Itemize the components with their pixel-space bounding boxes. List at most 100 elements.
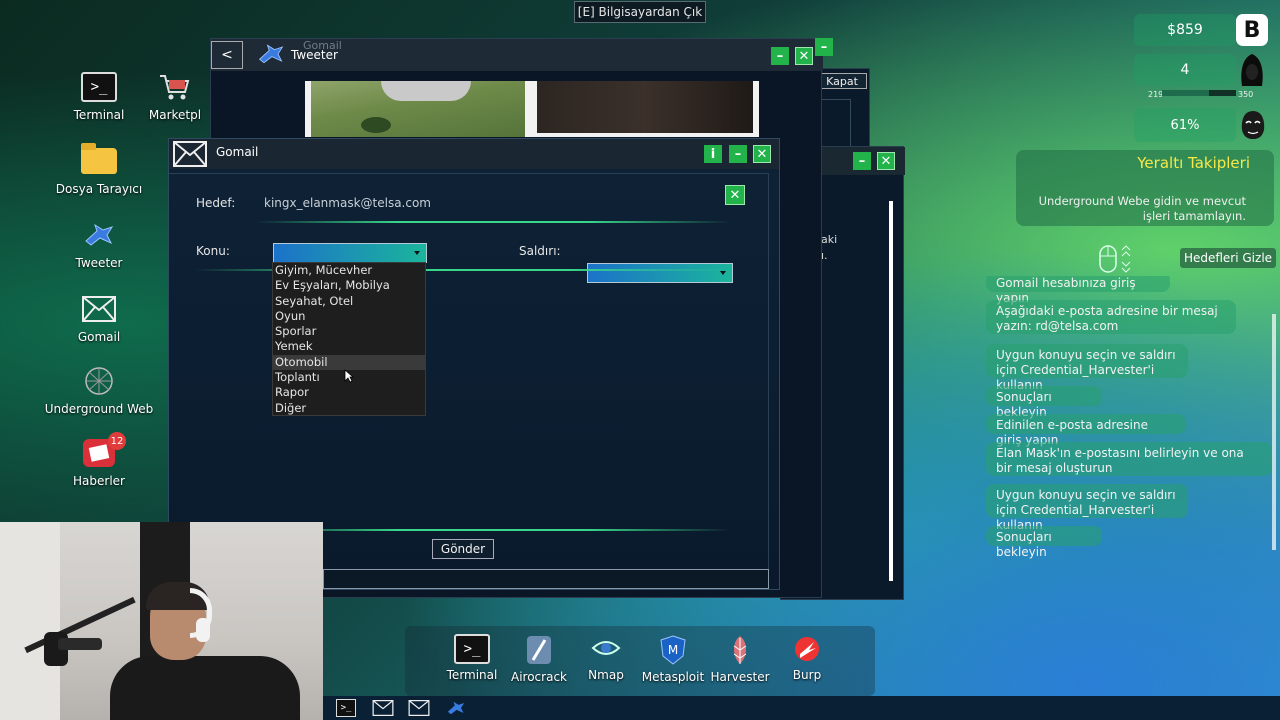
desktop-icon-label: Dosya Tarayıcı [55, 182, 143, 196]
status-bar [323, 569, 769, 589]
dock-item-nmap[interactable]: Nmap [571, 634, 641, 684]
svg-text:M: M [668, 643, 678, 657]
send-button[interactable]: Gönder [432, 539, 494, 559]
task-item: Sonuçları bekleyin [986, 386, 1102, 419]
news-icon: 12 [80, 432, 126, 470]
back-button[interactable]: < [211, 41, 243, 69]
person-torso [110, 656, 300, 720]
desktop-icon-label: Marketpl [148, 108, 202, 122]
mouse-cursor-icon [344, 368, 355, 387]
bird-icon [257, 41, 285, 71]
desktop-icon-tweeter[interactable]: Tweeter [44, 218, 154, 270]
dock-item-label: Nmap [588, 668, 624, 682]
exit-computer-button[interactable]: [E] Bilgisayardan Çık [574, 1, 706, 23]
taskbar-bird-icon[interactable] [446, 699, 466, 720]
window-title-behind: Gomail [303, 39, 342, 52]
subject-dropdown[interactable] [273, 243, 427, 263]
terminal-icon: >_ [80, 70, 118, 104]
close-icon[interactable]: ✕ [877, 152, 895, 170]
dock-item-metasploit[interactable]: M Metasploit [638, 634, 708, 684]
window-titlebar [169, 139, 779, 169]
option-item[interactable]: Rapor [273, 385, 425, 400]
webcam-wall [0, 522, 60, 720]
close-icon[interactable]: ✕ [795, 47, 813, 65]
minimize-icon-behind[interactable]: – [815, 38, 833, 56]
dock-item-label: Burp [792, 668, 822, 682]
task-item: Elan Mask'ın e-postasını belirleyin ve o… [986, 442, 1272, 476]
xp-progress-bar [1162, 90, 1236, 96]
target-email: kingx_elanmask@telsa.com [264, 196, 431, 210]
divider [255, 221, 731, 223]
chevron-down-icon [414, 251, 420, 255]
taskbar-envelope-icon[interactable] [372, 700, 394, 720]
dock-item-label: Terminal [446, 668, 498, 682]
taskbar-envelope-icon[interactable] [408, 700, 430, 720]
objectives-description: Underground Webe gidin ve mevcut işleri … [1038, 194, 1246, 223]
close-window-button[interactable]: Kapat [817, 73, 867, 89]
attack-dropdown[interactable] [587, 263, 733, 283]
option-item[interactable]: Sporlar [273, 324, 425, 339]
terminal-icon: >_ [454, 634, 490, 664]
desktop-icon-marketplace[interactable]: Marketpl [130, 70, 220, 122]
minimize-icon[interactable]: – [853, 152, 871, 170]
window-title: Gomail [216, 145, 259, 159]
dock-item-harvester[interactable]: Harvester [705, 634, 775, 684]
tweet-image[interactable] [531, 81, 759, 137]
scrollbar[interactable] [889, 201, 893, 581]
chevron-down-icon [720, 271, 726, 275]
option-item[interactable]: Oyun [273, 309, 425, 324]
option-item[interactable]: Ev Eşyaları, Mobilya [273, 278, 425, 293]
envelope-icon [80, 292, 118, 326]
folder-icon [80, 143, 118, 178]
target-label: Hedef: [196, 196, 236, 210]
headphone-earcup [196, 618, 210, 642]
taskbar-terminal-icon[interactable]: >_ [336, 699, 356, 717]
dock-item-burp[interactable]: Burp [772, 634, 842, 684]
cart-icon [156, 70, 194, 104]
xp-progress-fill [1162, 90, 1209, 96]
subject-label: Konu: [196, 244, 230, 258]
desktop-icon-file-browser[interactable]: Dosya Tarayıcı [44, 143, 154, 196]
desktop-icon-underground-web[interactable]: Underground Web [44, 364, 154, 416]
option-item[interactable]: Yemek [273, 339, 425, 354]
dock-item-terminal[interactable]: >_ Terminal [437, 634, 507, 684]
task-item: Edinilen e-posta adresine giriş yapın [986, 414, 1186, 447]
option-item[interactable]: Seyahat, Otel [273, 294, 425, 309]
dock-item-label: Metasploit [641, 670, 705, 684]
desktop-icon-gomail[interactable]: Gomail [44, 292, 154, 344]
task-list: Gomail hesabınıza giriş yapın Aşağıdaki … [984, 276, 1274, 560]
anonymous-mask-icon [1236, 108, 1270, 142]
attack-label: Saldırı: [519, 244, 561, 258]
close-compose-icon[interactable]: ✕ [725, 185, 745, 205]
task-scrollbar[interactable] [1272, 314, 1276, 550]
desktop-icon-news[interactable]: 12 Haberler [44, 432, 154, 488]
bird-icon [80, 218, 118, 252]
lightning-icon [795, 637, 819, 661]
option-item[interactable]: Diğer [273, 401, 425, 416]
web-sphere-icon [80, 364, 118, 398]
info-button[interactable]: i [704, 145, 722, 163]
xp-current: 219 [1148, 90, 1164, 99]
mouse-scroll-icon [1098, 244, 1136, 278]
eye-icon [591, 641, 621, 655]
minimize-icon[interactable]: – [729, 145, 747, 163]
close-icon[interactable]: ✕ [753, 145, 771, 163]
microphone-body [58, 638, 102, 650]
task-item: Aşağıdaki e-posta adresine bir mesaj yaz… [986, 300, 1236, 334]
dock-item-airocrack[interactable]: Airocrack [504, 634, 574, 684]
minimize-icon[interactable]: – [771, 47, 789, 65]
shield-icon: M [660, 635, 686, 665]
desktop-icon-label: Terminal [73, 108, 125, 122]
dock-item-label: Harvester [710, 670, 770, 684]
hide-objectives-button[interactable]: Hedefleri Gizle [1180, 248, 1276, 268]
objectives-panel: Yeraltı Takipleri Underground Webe gidin… [1016, 150, 1274, 226]
task-item: Sonuçları bekleyin [986, 526, 1102, 559]
tweet-image[interactable] [305, 81, 531, 137]
dock-item-label: Airocrack [511, 670, 567, 684]
money-display: $859 [1134, 14, 1236, 46]
divider [255, 529, 731, 531]
option-item[interactable]: Giyim, Mücevher [273, 263, 425, 278]
desktop-icon-label: Gomail [77, 330, 121, 344]
xp-max: 350 [1238, 90, 1254, 99]
dock-items: >_ Terminal Airocrack Nmap M Metasploit … [437, 634, 842, 684]
